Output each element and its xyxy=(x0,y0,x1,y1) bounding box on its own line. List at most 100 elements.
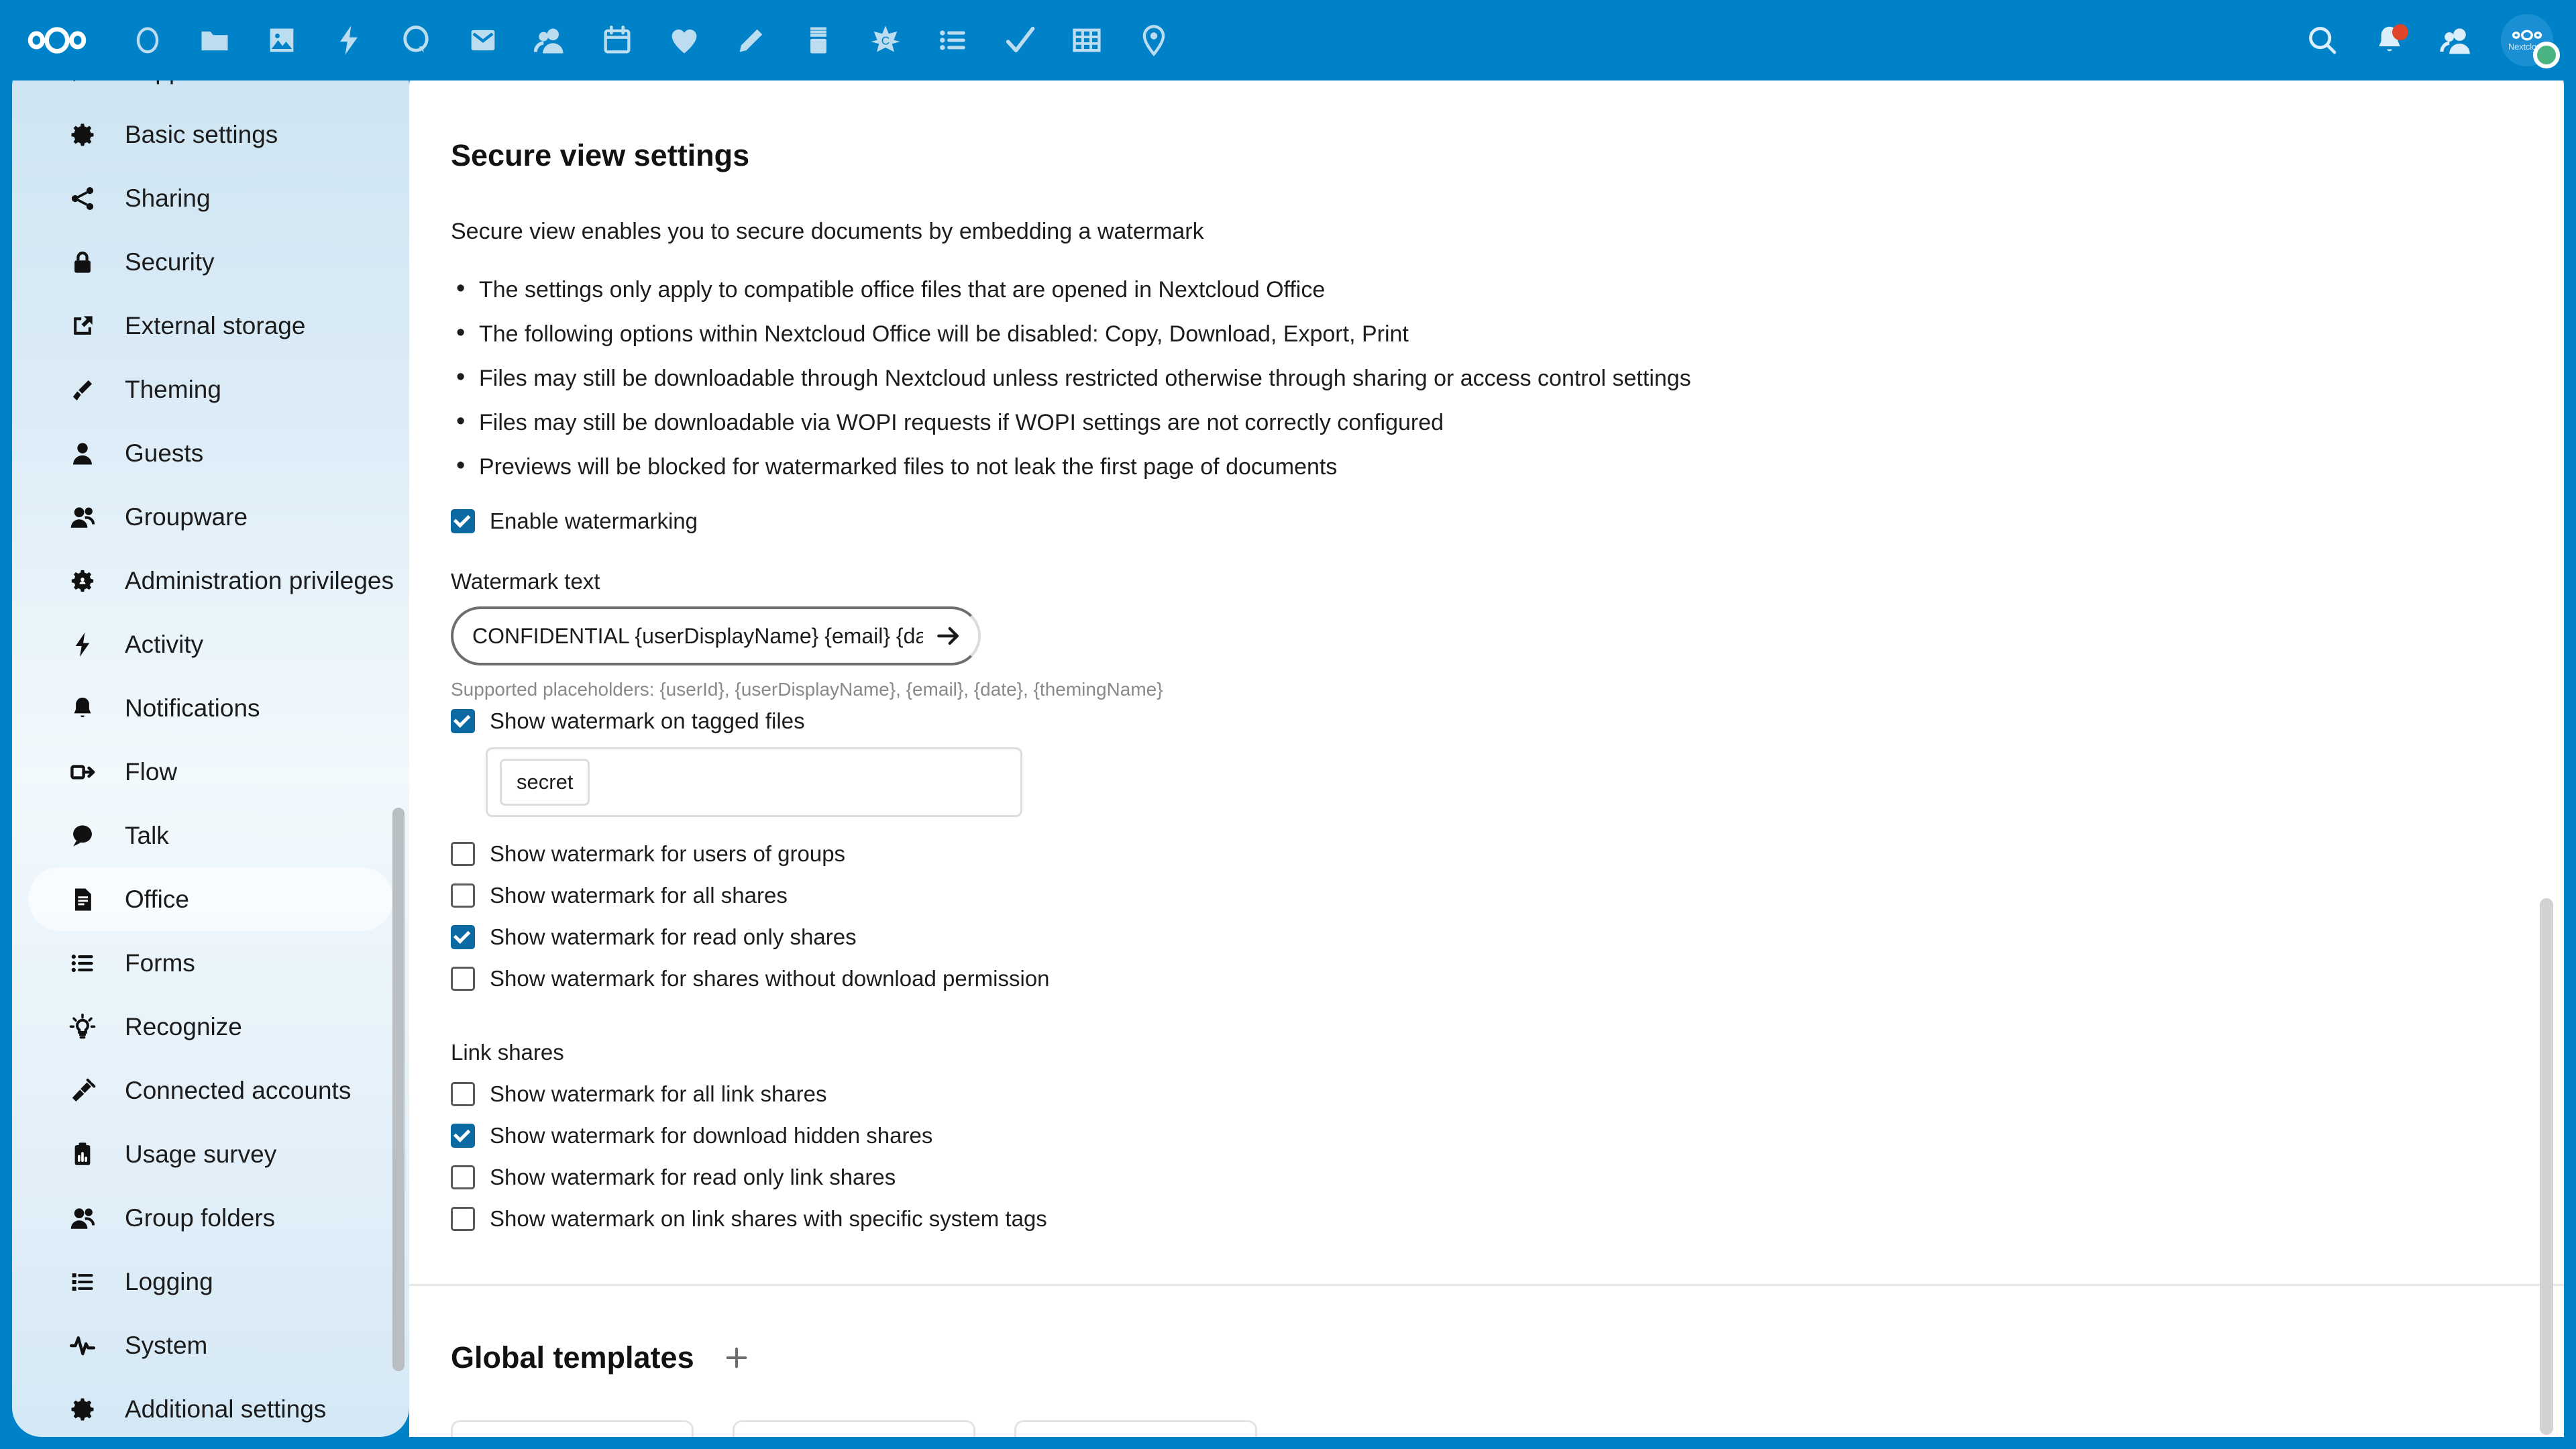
nav-contacts[interactable] xyxy=(517,0,584,80)
user-avatar-button[interactable]: Nextcloud xyxy=(2490,0,2564,80)
global-templates-list xyxy=(451,1420,2483,1437)
add-template-button[interactable] xyxy=(716,1337,757,1379)
contacts-icon xyxy=(533,28,564,54)
share-watermark-option-label: Show watermark for read only shares xyxy=(490,924,857,949)
enable-watermarking-row[interactable]: Enable watermarking xyxy=(451,508,2483,534)
sidebar-item-security[interactable]: Security xyxy=(28,230,393,294)
sidebar-item-usage-survey[interactable]: Usage survey xyxy=(28,1122,393,1186)
main-scrollbar[interactable] xyxy=(2540,898,2553,1435)
paint-roller-icon xyxy=(66,373,99,407)
sidebar-item-system[interactable]: System xyxy=(28,1313,393,1377)
nav-mail[interactable] xyxy=(449,0,517,80)
tagged-files-checkbox[interactable] xyxy=(451,709,475,733)
link-share-watermark-option-row[interactable]: Show watermark for all link shares xyxy=(451,1081,2483,1107)
sidebar-scroll-area[interactable]: Support Basic settings Sharing Security … xyxy=(12,56,409,1437)
gear-user-icon xyxy=(66,564,99,598)
tag-multiselect[interactable]: secret xyxy=(486,747,1022,817)
sidebar-item-administration-privileges[interactable]: Administration privileges xyxy=(28,549,394,612)
notifications-button[interactable] xyxy=(2356,0,2423,80)
search-button[interactable] xyxy=(2289,0,2356,80)
sidebar-item-group-folders[interactable]: Group folders xyxy=(28,1186,393,1250)
sidebar-item-recognize[interactable]: Recognize xyxy=(28,995,393,1059)
users-icon xyxy=(66,1201,99,1235)
sidebar-item-activity[interactable]: Activity xyxy=(28,612,393,676)
sidebar-item-external-storage[interactable]: External storage xyxy=(28,294,393,358)
nav-dashboard[interactable] xyxy=(114,0,181,80)
watermark-text-input[interactable]: CONFIDENTIAL {userDisplayName} {email} {… xyxy=(451,606,981,665)
enable-watermarking-checkbox[interactable] xyxy=(451,509,475,533)
sidebar-item-label: Group folders xyxy=(125,1203,276,1232)
sidebar-item-office[interactable]: Office xyxy=(28,867,393,931)
nav-collectives[interactable] xyxy=(785,0,852,80)
share-watermark-option-row[interactable]: Show watermark for shares without downlo… xyxy=(451,966,2483,991)
nav-tasks[interactable] xyxy=(986,0,1053,80)
sidebar-item-guests[interactable]: Guests xyxy=(28,421,393,485)
nav-files[interactable] xyxy=(181,0,248,80)
nav-maps[interactable] xyxy=(1120,0,1187,80)
sidebar-item-talk[interactable]: Talk xyxy=(28,804,393,867)
sidebar-item-logging[interactable]: Logging xyxy=(28,1250,393,1313)
document-icon xyxy=(66,883,99,916)
nav-tables[interactable] xyxy=(1053,0,1120,80)
nav-deck[interactable] xyxy=(651,0,718,80)
template-card[interactable] xyxy=(1014,1420,1257,1437)
link-share-watermark-option-label: Show watermark for all link shares xyxy=(490,1081,827,1106)
sidebar-item-forms[interactable]: Forms xyxy=(28,931,393,995)
tagged-files-row[interactable]: Show watermark on tagged files xyxy=(451,708,2483,734)
main-scroll-area: Secure view settings Secure view enables… xyxy=(409,56,2564,1437)
tag-chip[interactable]: secret xyxy=(500,759,590,806)
sidebar-item-notifications[interactable]: Notifications xyxy=(28,676,393,740)
sidebar-item-basic-settings[interactable]: Basic settings xyxy=(28,103,393,166)
user-icon xyxy=(66,437,99,470)
speech-bubble-icon xyxy=(403,25,429,53)
sidebar-item-label: Office xyxy=(125,885,189,913)
note-item: Files may still be downloadable via WOPI… xyxy=(451,407,2483,436)
nextcloud-logo[interactable] xyxy=(0,0,114,80)
lightning-icon xyxy=(340,25,358,55)
share-watermark-option-row[interactable]: Show watermark for users of groups xyxy=(451,841,2483,867)
nav-calendar[interactable] xyxy=(584,0,651,80)
sidebar-item-label: Talk xyxy=(125,821,169,849)
sidebar-item-groupware[interactable]: Groupware xyxy=(28,485,393,549)
sidebar-item-connected-accounts[interactable]: Connected accounts xyxy=(28,1059,393,1122)
plus-icon xyxy=(726,1347,747,1368)
link-share-watermark-option-checkbox[interactable] xyxy=(451,1165,475,1189)
link-share-watermark-option-checkbox[interactable] xyxy=(451,1082,475,1106)
sidebar-scrollbar[interactable] xyxy=(392,808,405,1371)
sidebar-item-flow[interactable]: Flow xyxy=(28,740,393,804)
link-share-watermark-option-row[interactable]: Show watermark for read only link shares xyxy=(451,1165,2483,1190)
nav-activity[interactable] xyxy=(315,0,382,80)
link-share-watermark-options: Show watermark for all link shares Show … xyxy=(451,1081,2483,1232)
watermark-text-value: CONFIDENTIAL {userDisplayName} {email} {… xyxy=(472,623,923,648)
list-detail-icon xyxy=(66,1265,99,1299)
nav-cospend[interactable]: C xyxy=(852,0,919,80)
nav-talk[interactable] xyxy=(382,0,449,80)
link-share-watermark-option-checkbox[interactable] xyxy=(451,1207,475,1231)
external-link-icon xyxy=(66,309,99,343)
sidebar-item-label: Activity xyxy=(125,630,204,658)
watermark-submit-button[interactable] xyxy=(923,610,974,661)
share-watermark-option-checkbox[interactable] xyxy=(451,883,475,908)
link-share-watermark-option-checkbox[interactable] xyxy=(451,1124,475,1148)
share-watermark-option-checkbox[interactable] xyxy=(451,925,475,949)
list-icon xyxy=(940,30,965,50)
share-watermark-option-checkbox[interactable] xyxy=(451,967,475,991)
template-card[interactable] xyxy=(451,1420,694,1437)
status-badge xyxy=(2533,42,2560,68)
link-share-watermark-option-row[interactable]: Show watermark for download hidden share… xyxy=(451,1123,2483,1148)
link-share-watermark-option-row[interactable]: Show watermark on link shares with speci… xyxy=(451,1206,2483,1232)
calendar-icon xyxy=(604,25,631,54)
share-watermark-option-checkbox[interactable] xyxy=(451,842,475,866)
sidebar-item-theming[interactable]: Theming xyxy=(28,358,393,421)
share-watermark-option-row[interactable]: Show watermark for all shares xyxy=(451,883,2483,908)
sidebar-item-sharing[interactable]: Sharing xyxy=(28,166,393,230)
contacts-menu-button[interactable] xyxy=(2423,0,2490,80)
sidebar-item-additional-settings[interactable]: Additional settings xyxy=(28,1377,393,1437)
nav-photos[interactable] xyxy=(248,0,315,80)
table-icon xyxy=(1073,28,1101,52)
nav-notes[interactable] xyxy=(718,0,785,80)
image-icon xyxy=(270,28,294,52)
template-card[interactable] xyxy=(733,1420,975,1437)
share-watermark-option-row[interactable]: Show watermark for read only shares xyxy=(451,924,2483,950)
nav-forms[interactable] xyxy=(919,0,986,80)
